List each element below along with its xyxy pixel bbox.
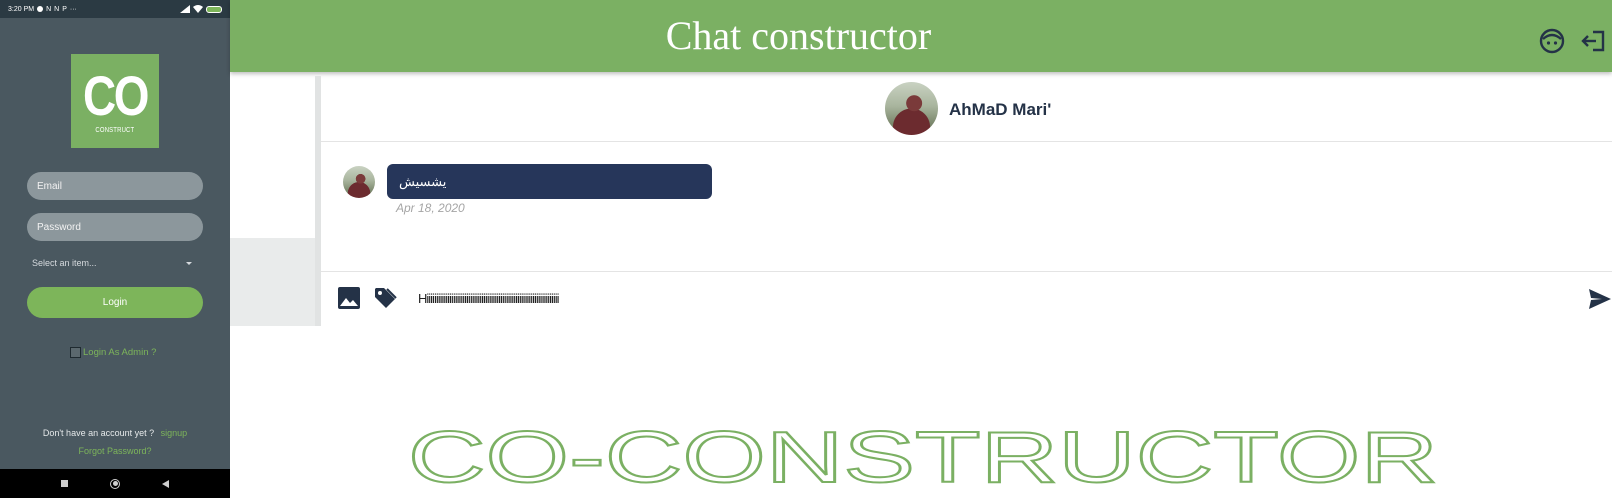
send-icon[interactable] <box>1588 287 1612 311</box>
phone-login-screen: 3:20 PM N N P ··· CO CONSTRUCT Email Pas… <box>0 0 230 498</box>
login-button[interactable]: Login <box>27 287 203 318</box>
home-icon[interactable] <box>110 478 120 489</box>
screenshot-stage: 3:20 PM N N P ··· CO CONSTRUCT Email Pas… <box>0 0 1612 498</box>
admin-label: Login As Admin ? <box>83 347 157 358</box>
user-face-icon[interactable] <box>1539 28 1565 54</box>
signal-icon <box>180 5 190 13</box>
avatar[interactable] <box>885 82 938 135</box>
message-text: يشسيش <box>399 174 447 189</box>
contact-name: AhMaD Mari' <box>949 100 1052 119</box>
app-logo: CO CONSTRUCT <box>71 54 159 148</box>
login-label: Login <box>102 297 128 308</box>
more-icon: ··· <box>69 5 77 13</box>
brand-wordmark-text: CO-CONSTRUCTOR <box>408 420 1438 490</box>
status-left: 3:20 PM N N P ··· <box>8 6 77 13</box>
pin-icon: P <box>62 5 67 13</box>
no-account-text: Don't have an account yet ? <box>42 428 155 438</box>
n-icon: N <box>54 5 60 13</box>
signup-row: Don't have an account yet ? signup <box>0 428 230 438</box>
wifi-icon <box>193 5 203 13</box>
status-time: 3:20 PM <box>8 5 35 13</box>
logo-subtitle: CONSTRUCT <box>95 127 135 134</box>
message-input[interactable] <box>418 289 1318 307</box>
page-title: Chat constructor <box>665 13 932 58</box>
email-field[interactable]: Email <box>27 172 203 200</box>
recents-icon[interactable] <box>61 480 68 487</box>
role-select[interactable]: Select an item... <box>32 256 192 270</box>
password-placeholder: Password <box>37 221 81 233</box>
email-placeholder: Email <box>37 180 63 192</box>
battery-icon <box>206 5 222 13</box>
composer-divider <box>321 271 1612 272</box>
select-label: Select an item... <box>32 258 97 268</box>
message-date: Apr 18, 2020 <box>396 201 465 215</box>
signup-link[interactable]: signup <box>161 428 188 438</box>
brand-wordmark: CO-CONSTRUCTOR <box>407 420 1439 490</box>
check-circle-icon <box>37 6 44 12</box>
android-nav-bar <box>0 469 230 498</box>
password-field[interactable]: Password <box>27 213 203 241</box>
logo-initials: CO <box>83 64 149 127</box>
chat-header: AhMaD Mari' <box>321 76 1612 142</box>
status-right <box>180 5 222 13</box>
logout-icon[interactable] <box>1581 28 1607 54</box>
image-icon[interactable] <box>337 286 361 310</box>
message-bubble: يشسيش <box>387 164 712 199</box>
chevron-down-icon <box>186 261 192 265</box>
status-bar: 3:20 PM N N P ··· <box>0 0 230 18</box>
conversation-list-panel <box>230 238 315 326</box>
back-icon[interactable] <box>162 479 169 488</box>
forgot-password-link[interactable]: Forgot Password? <box>0 446 230 456</box>
admin-login-option[interactable]: Login As Admin ? <box>70 347 156 358</box>
admin-checkbox[interactable] <box>70 347 81 358</box>
app-header: Chat constructor <box>230 0 1612 72</box>
tag-icon[interactable] <box>373 286 397 310</box>
n-icon: N <box>46 5 52 13</box>
message-avatar <box>343 166 375 198</box>
